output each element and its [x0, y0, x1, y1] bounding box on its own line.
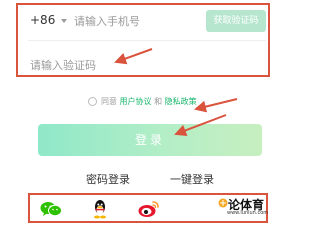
agreement-checkbox[interactable] — [88, 97, 97, 106]
one-click-login-link[interactable]: 一键登录 — [170, 171, 214, 187]
user-agreement-link[interactable]: 用户协议 — [120, 97, 152, 106]
sports-logo-icon — [218, 198, 228, 208]
watermark-url: www.lunlun.com — [227, 210, 269, 216]
divider — [28, 40, 266, 41]
agreement-row: 同意 用户协议 和 隐私政策 — [88, 96, 197, 110]
agreement-prefix: 同意 — [101, 97, 117, 106]
phone-input[interactable] — [74, 13, 184, 29]
country-code-selector[interactable]: +86 — [30, 13, 55, 27]
weibo-icon[interactable] — [138, 200, 160, 218]
password-login-link[interactable]: 密码登录 — [86, 171, 130, 187]
privacy-policy-link[interactable]: 隐私政策 — [165, 97, 197, 106]
wechat-icon[interactable] — [40, 201, 62, 217]
get-code-button[interactable]: 获取验证码 — [206, 10, 266, 32]
arrow-to-agreement — [194, 98, 238, 113]
watermark-logo: 论体育 www.lunlun.com — [218, 196, 269, 218]
agreement-and: 和 — [154, 97, 163, 106]
verification-code-input[interactable] — [30, 57, 150, 73]
login-button[interactable]: 登录 — [38, 124, 262, 156]
chevron-down-icon[interactable] — [61, 19, 67, 23]
qq-icon[interactable] — [92, 199, 108, 219]
